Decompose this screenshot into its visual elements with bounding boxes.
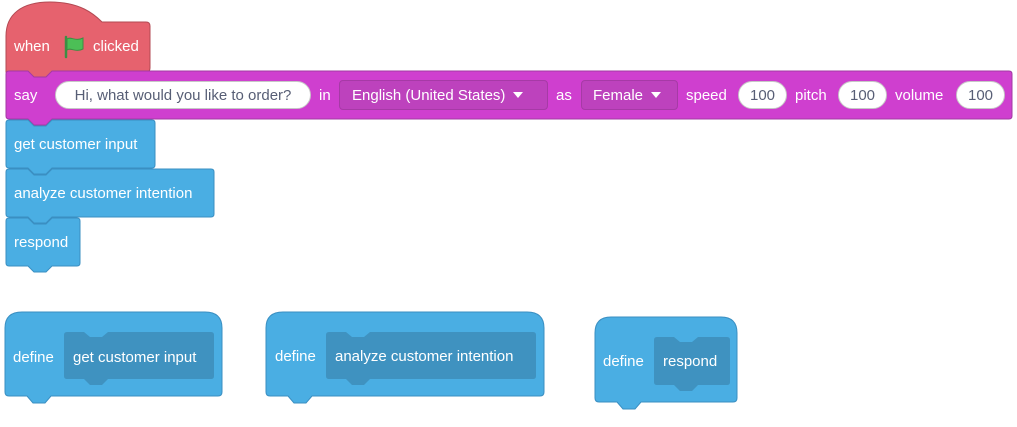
say-in-label: in — [319, 87, 331, 104]
say-pitch-label: pitch — [795, 87, 827, 104]
language-value: English (United States) — [352, 87, 506, 104]
say-label: say — [14, 87, 38, 104]
language-dropdown[interactable]: English (United States) — [339, 80, 548, 110]
define-analyze-customer-intention-name: analyze customer intention — [335, 348, 514, 365]
voice-value: Female — [593, 87, 644, 104]
define-respond-name: respond — [663, 353, 718, 370]
call-get-customer-input-label: get customer input — [14, 136, 138, 153]
voice-dropdown[interactable]: Female — [581, 80, 678, 110]
say-message-input[interactable]: Hi, what would you like to order? — [55, 81, 311, 109]
speed-input[interactable]: 100 — [738, 81, 787, 109]
say-as-label: as — [556, 87, 572, 104]
chevron-down-icon — [513, 92, 524, 99]
say-speed-label: speed — [686, 87, 727, 104]
hat-when-label: when — [14, 38, 50, 55]
define-label: define — [603, 353, 644, 370]
call-analyze-customer-intention-label: analyze customer intention — [14, 185, 193, 202]
define-label: define — [275, 348, 316, 365]
define-label: define — [13, 349, 54, 366]
say-volume-label: volume — [895, 87, 944, 104]
define-get-customer-input-name: get customer input — [73, 349, 197, 366]
call-respond-label: respond — [14, 234, 69, 251]
chevron-down-icon — [651, 92, 662, 99]
volume-input[interactable]: 100 — [956, 81, 1005, 109]
pitch-input[interactable]: 100 — [838, 81, 887, 109]
hat-clicked-label: clicked — [93, 38, 139, 55]
green-flag-icon — [64, 35, 84, 59]
